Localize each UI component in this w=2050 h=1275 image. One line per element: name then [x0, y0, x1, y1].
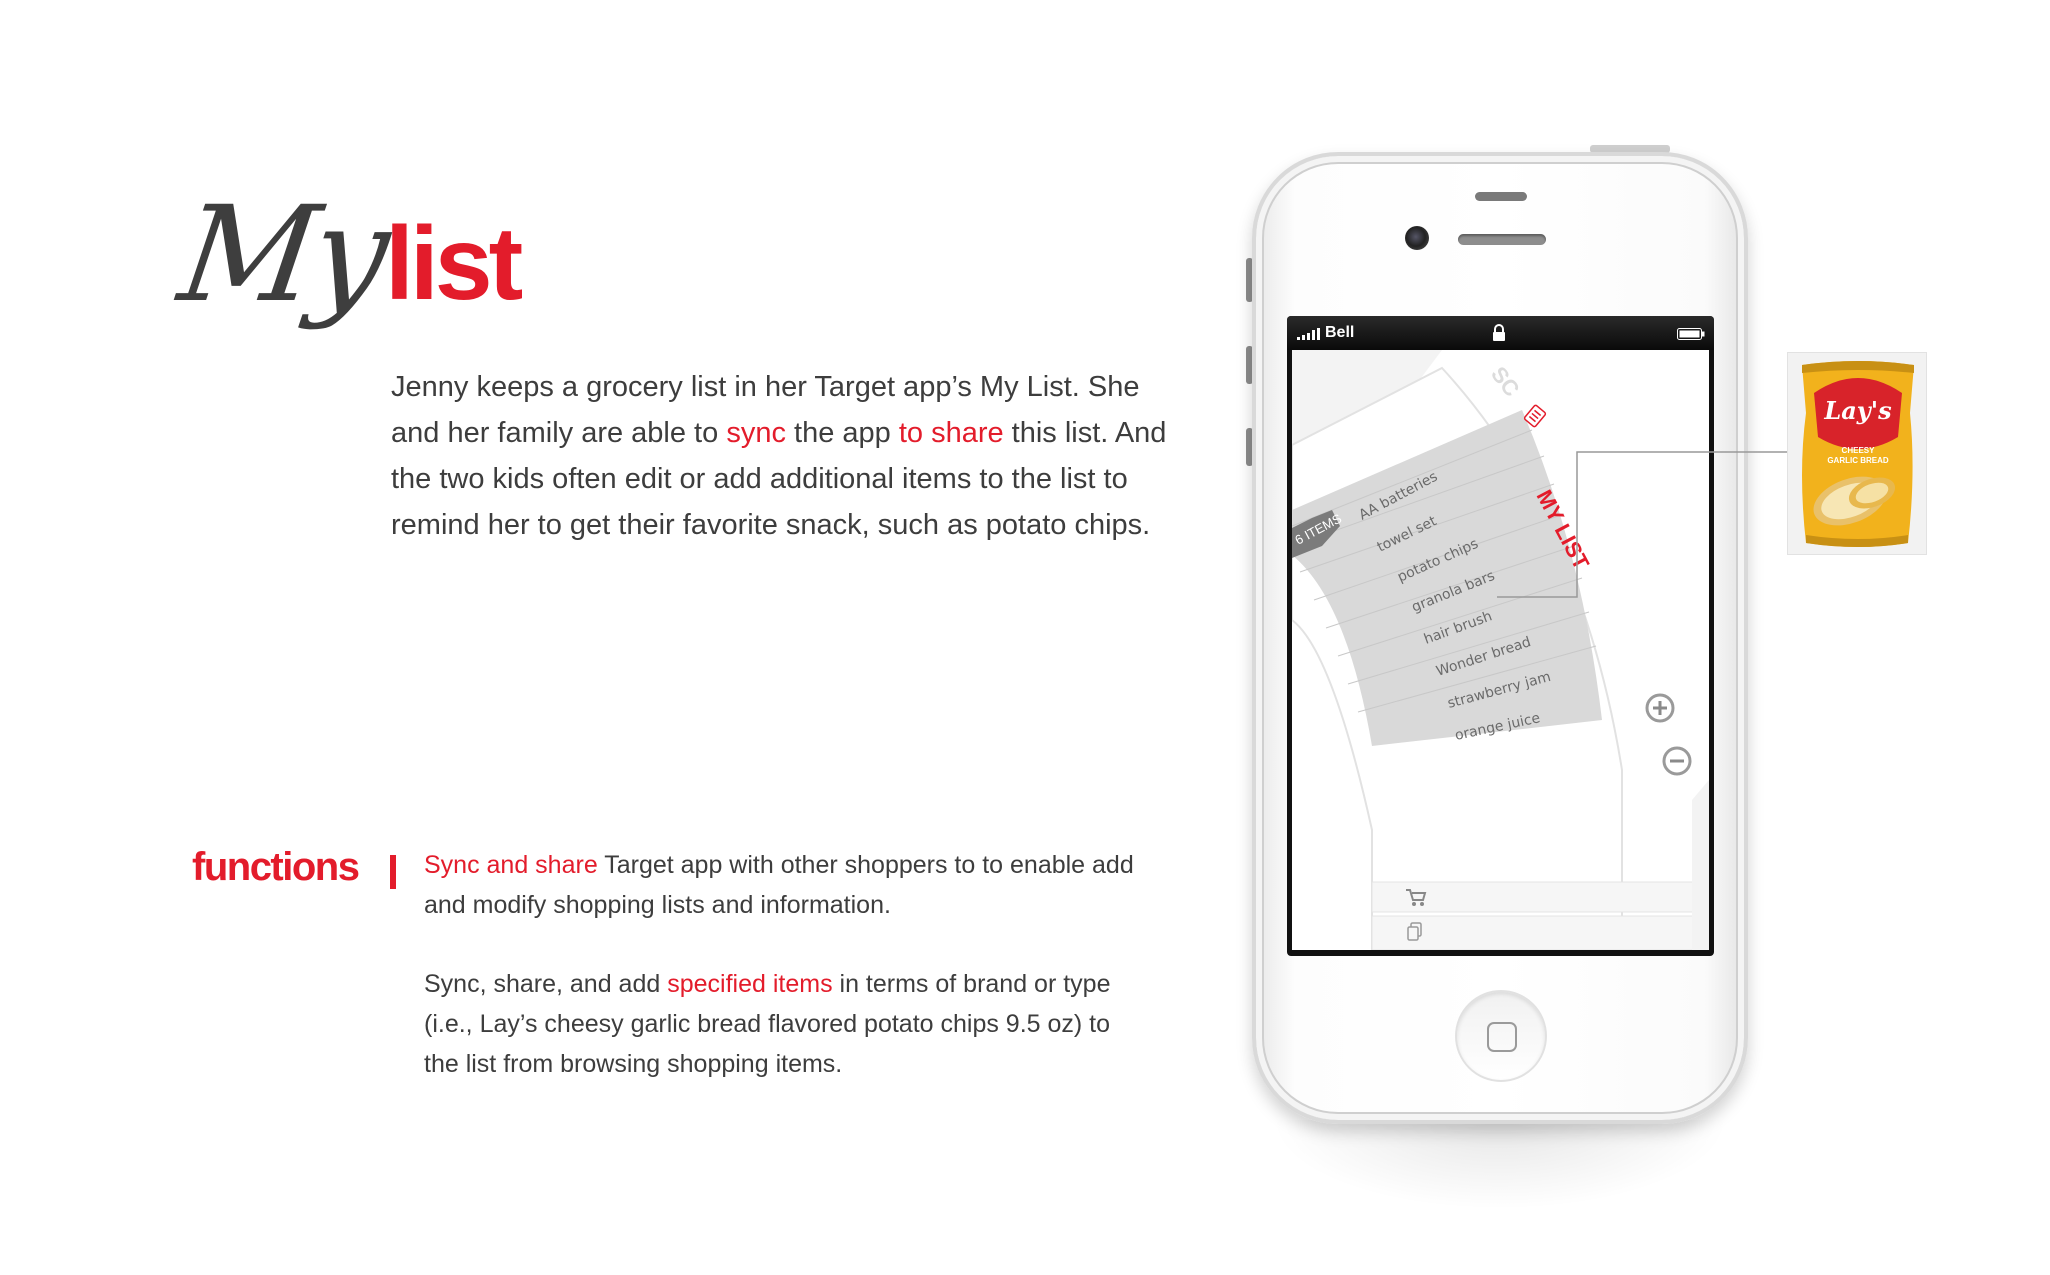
function-description-1: Sync and share Target app with other sho… [424, 845, 1144, 925]
lock-icon [1493, 324, 1505, 341]
title-script-word: My [171, 178, 395, 332]
signal-icon [1297, 328, 1320, 340]
my-list-screen: 6 ITEMS AA batteries towel set potato ch… [1292, 350, 1709, 950]
functions-heading: functions [192, 845, 360, 889]
remove-icon[interactable] [1662, 746, 1692, 776]
side-panel-edge [1692, 780, 1709, 950]
highlighted-phrase: specified items [667, 970, 833, 998]
text-segment: Sync, share, and add [424, 970, 668, 998]
status-bar: Bell [1287, 316, 1714, 350]
carrier-name: Bell [1325, 324, 1355, 341]
highlighted-phrase: Sync and share [424, 851, 598, 879]
add-icon[interactable] [1645, 693, 1675, 723]
text-segment: the app [785, 417, 899, 449]
highlighted-phrase: to share [898, 417, 1004, 449]
brand-logo: Lay's [1823, 396, 1892, 425]
front-camera [1405, 226, 1429, 250]
highlighted-phrase: sync [726, 417, 786, 449]
phone-screen: Bell 6 ITEMS AA batteries towel set pota… [1287, 316, 1714, 956]
flavor-line-2: GARLIC BREAD [1827, 456, 1889, 465]
cart-row[interactable] [1371, 881, 1709, 913]
function-description-2: Sync, share, and add specified items in … [424, 964, 1144, 1084]
intro-paragraph: Jenny keeps a grocery list in her Target… [391, 364, 1171, 548]
phone-speaker [1475, 192, 1527, 201]
adjacent-tab-label[interactable]: SC [1486, 362, 1525, 402]
app-view: 6 ITEMS AA batteries towel set potato ch… [1292, 350, 1709, 950]
flavor-line-1: CHEESY [1842, 446, 1876, 455]
functions-divider [390, 855, 396, 889]
home-square-icon [1487, 1022, 1517, 1052]
phone-earpiece [1458, 234, 1546, 245]
chips-bag-image: Lay's CHEESY GARLIC BREAD [1802, 361, 1914, 547]
product-image-card: Lay's CHEESY GARLIC BREAD [1787, 352, 1927, 555]
phone-reflection [1270, 1120, 1730, 1210]
battery-icon [1677, 328, 1705, 340]
copy-row[interactable] [1371, 915, 1709, 950]
title-bold-word: list [385, 206, 523, 322]
home-button[interactable] [1455, 990, 1547, 1082]
